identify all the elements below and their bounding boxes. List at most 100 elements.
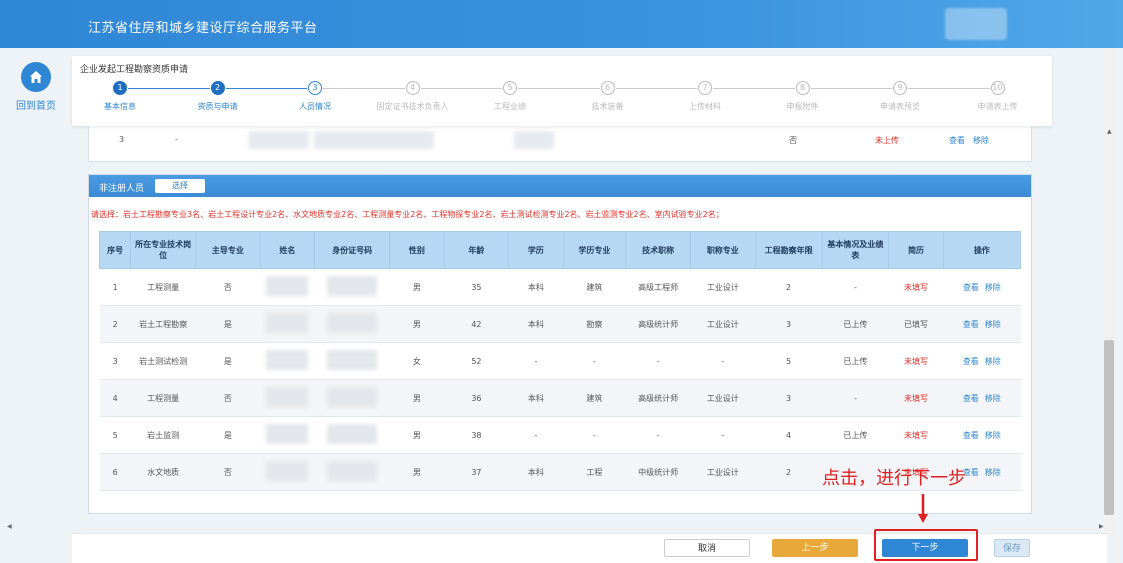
table-cell: 工业设计 (690, 379, 756, 417)
remove-link[interactable]: 移除 (985, 394, 1001, 403)
view-link[interactable]: 查看 (963, 357, 979, 366)
table-row: 1 工程测量否男 35 本科 建筑 高级工程师 工业设计 2- 未填写 查看 移除 (99, 268, 1021, 306)
column-header: 基本情况及业绩表 (821, 231, 890, 269)
table-cell: 是 (195, 342, 261, 380)
name-cell (260, 268, 315, 306)
home-label: 回到首页 (16, 101, 56, 112)
select-button[interactable]: 选择 (155, 179, 205, 193)
table-cell: 本科 (508, 453, 564, 491)
column-header: 身份证号码 (314, 231, 391, 269)
scroll-up-icon[interactable]: ▲ (1107, 128, 1112, 135)
table-cell: 否 (195, 268, 261, 306)
column-header: 职称专业 (689, 231, 756, 269)
row-actions: 查看 移除 (943, 379, 1021, 417)
scroll-left-icon[interactable]: ◀ (7, 523, 12, 530)
table-cell: 2 (755, 453, 823, 491)
cancel-button[interactable]: 取消 (664, 539, 750, 557)
table-cell: 否 (195, 453, 261, 491)
table-cell: 否 (195, 379, 261, 417)
table-cell: 4 (755, 416, 823, 454)
scroll-right-icon[interactable]: ▶ (1099, 523, 1104, 530)
column-header: 所在专业技术岗位 (130, 231, 197, 269)
table-cell: 男 (389, 416, 445, 454)
table-cell: 本科 (508, 305, 564, 343)
table-cell: 已上传 (822, 342, 889, 380)
table-cell: 未填写 (888, 379, 944, 417)
upload-status: 未上传 (875, 136, 899, 145)
step-3[interactable]: 3 人员情况 (275, 81, 355, 112)
id-number-cell (314, 416, 390, 454)
step-number: 8 (795, 81, 810, 95)
table-cell: 男 (389, 268, 445, 306)
column-header: 姓名 (259, 231, 316, 269)
view-link[interactable]: 查看 (963, 283, 979, 292)
remove-link[interactable]: 移除 (985, 468, 1001, 477)
table-cell: 男 (389, 305, 445, 343)
table-cell: 已上传 (822, 416, 889, 454)
table-cell: 建筑 (563, 268, 626, 306)
table-cell: - (508, 416, 564, 454)
view-link[interactable]: 查看 (963, 394, 979, 403)
id-number-cell (314, 379, 390, 417)
name-cell (260, 305, 315, 343)
step-label: 申请表预览 (880, 102, 920, 111)
scroll-thumb[interactable] (1104, 340, 1114, 515)
down-arrow-icon (918, 494, 928, 523)
step-label: 固定证书技术负责人 (376, 102, 449, 111)
step-9[interactable]: 9 申请表预览 (860, 81, 940, 112)
id-number-cell (314, 305, 390, 343)
table-cell: 建筑 (563, 379, 626, 417)
view-link[interactable]: 查看 (963, 431, 979, 440)
table-cell: 3 (755, 305, 823, 343)
step-label: 技术装备 (591, 102, 624, 111)
table-cell: - (563, 342, 626, 380)
remove-link[interactable]: 移除 (973, 135, 989, 146)
step-7[interactable]: 7 上传材料 (665, 81, 745, 112)
step-number: 7 (698, 81, 712, 95)
panel-title: 非注册人员 (99, 184, 145, 194)
step-6[interactable]: 6 技术装备 (568, 81, 648, 112)
step-5[interactable]: 5 工程业绩 (470, 81, 550, 112)
home-icon (21, 62, 51, 92)
step-1[interactable]: 1 基本信息 (80, 81, 160, 112)
table-cell: 工业设计 (690, 305, 756, 343)
user-avatar[interactable] (945, 8, 1007, 40)
previous-step-button[interactable]: 上一步 (772, 539, 858, 557)
save-button[interactable]: 保存 (994, 539, 1030, 557)
step-2[interactable]: 2 资质与申请 (178, 81, 258, 112)
view-link[interactable]: 查看 (949, 135, 965, 146)
table-cell: 未填写 (888, 268, 944, 306)
table-cell: 未填写 (888, 416, 944, 454)
instruction-annotation: 点击，进行下一步 (822, 468, 966, 489)
table-cell: 男 (389, 379, 445, 417)
table-cell: 6 (99, 453, 131, 491)
table-cell: - (508, 342, 564, 380)
table-cell: 1 (99, 268, 131, 306)
id-number-cell (314, 268, 390, 306)
remove-link[interactable]: 移除 (985, 357, 1001, 366)
column-header: 工程勘察年限 (754, 231, 823, 269)
remove-link[interactable]: 移除 (985, 431, 1001, 440)
table-row: 3 - 否 未上传 查看 移除 (89, 121, 1031, 161)
remove-link[interactable]: 移除 (985, 320, 1001, 329)
table-cell: 男 (389, 453, 445, 491)
table-cell: 工业设计 (690, 453, 756, 491)
table-cell: 42 (444, 305, 509, 343)
selection-notice: 请选择：岩土工程勘察专业3名、岩土工程设计专业2名、水文地质专业2名、工程测量专… (91, 210, 724, 219)
home-button[interactable]: 回到首页 (16, 62, 56, 112)
view-link[interactable]: 查看 (963, 320, 979, 329)
previous-table-section: 3 - 否 未上传 查看 移除 (88, 120, 1032, 162)
column-header: 序号 (98, 231, 132, 269)
next-step-button[interactable]: 下一步 (882, 539, 968, 557)
name-cell (260, 379, 315, 417)
table-cell: 岩土测试检测 (130, 342, 196, 380)
step-label: 申报附件 (786, 102, 819, 111)
table-cell: 工业设计 (690, 268, 756, 306)
table-cell: 女 (389, 342, 445, 380)
remove-link[interactable]: 移除 (985, 283, 1001, 292)
step-4[interactable]: 4 固定证书技术负责人 (373, 81, 453, 112)
step-8[interactable]: 8 申报附件 (763, 81, 843, 112)
table-cell: 3 (755, 379, 823, 417)
step-number: 2 (210, 81, 225, 95)
step-10[interactable]: 10 申请表上传 (958, 81, 1038, 112)
